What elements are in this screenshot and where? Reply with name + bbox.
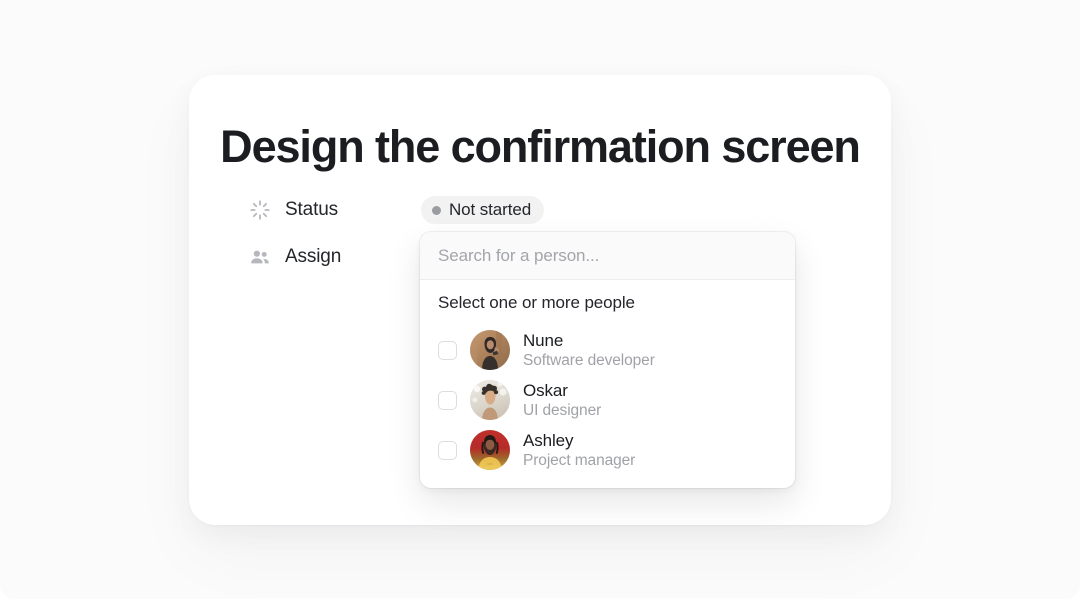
person-checkbox[interactable] — [438, 440, 457, 460]
person-checkbox[interactable] — [438, 340, 457, 360]
person-meta: Nune Software developer — [523, 330, 655, 370]
people-picker-popover: Select one or more people — [420, 232, 795, 488]
status-label-group: Status — [249, 199, 419, 221]
list-item[interactable]: Oskar UI designer — [420, 375, 795, 425]
avatar — [470, 380, 510, 420]
assign-label: Assign — [285, 246, 342, 267]
list-item[interactable]: Ashley Project manager — [420, 425, 795, 475]
picker-body: Select one or more people Nune Software … — [420, 280, 795, 488]
person-checkbox[interactable] — [438, 390, 457, 410]
avatar — [470, 330, 510, 370]
page-canvas: Design the confirmation screen Status No… — [0, 0, 1080, 599]
status-value: Not started — [449, 200, 532, 219]
people-icon — [249, 246, 271, 268]
person-meta: Ashley Project manager — [523, 430, 635, 470]
assign-label-group: Assign — [249, 246, 419, 268]
property-row-status: Status Not started — [249, 196, 545, 224]
person-role: Project manager — [523, 452, 636, 469]
person-role: Software developer — [523, 352, 655, 369]
status-dot-icon — [432, 205, 441, 215]
avatar — [470, 430, 510, 470]
person-name: Nune — [523, 331, 564, 350]
status-label: Status — [285, 199, 338, 220]
person-name: Oskar — [523, 381, 568, 400]
search-input[interactable] — [420, 232, 795, 280]
person-name: Ashley — [523, 431, 574, 450]
spinner-icon — [249, 199, 271, 221]
picker-heading: Select one or more people — [438, 293, 635, 312]
page-title: Design the confirmation screen — [220, 121, 861, 172]
property-row-assign: Assign — [249, 246, 419, 268]
person-meta: Oskar UI designer — [523, 380, 601, 420]
person-role: UI designer — [523, 402, 602, 419]
status-badge[interactable]: Not started — [421, 196, 545, 224]
list-item[interactable]: Nune Software developer — [420, 325, 795, 375]
